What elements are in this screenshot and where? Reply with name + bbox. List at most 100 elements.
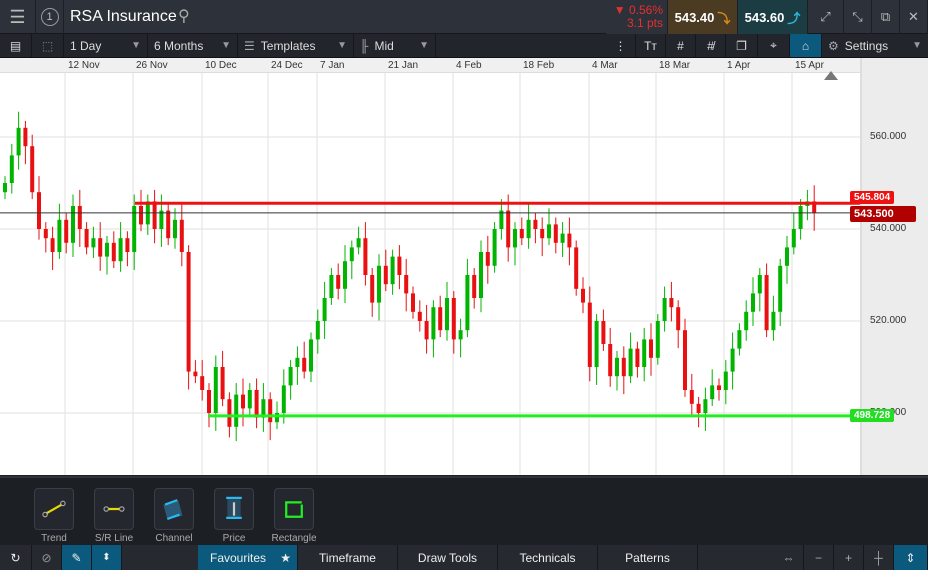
- chevron-down-icon: ▼: [221, 40, 231, 51]
- candle-body: [281, 385, 286, 413]
- draw-tool-rectangle[interactable]: [274, 488, 314, 530]
- candle-body: [662, 298, 667, 321]
- candle-body: [247, 390, 252, 409]
- crosshair-icon[interactable]: ⌖: [758, 34, 790, 57]
- candle-body: [798, 206, 803, 229]
- close-icon[interactable]: ✕: [900, 0, 928, 34]
- candle-body: [343, 261, 347, 289]
- refresh-icon[interactable]: ↻: [0, 545, 32, 570]
- candle-body: [234, 394, 239, 427]
- price-chart[interactable]: [0, 73, 860, 475]
- disable-icon[interactable]: ⊘: [32, 545, 62, 570]
- range-dropdown[interactable]: 6 Months ▼: [148, 34, 238, 57]
- menu-icon[interactable]: ☰: [0, 0, 36, 34]
- bid-price: 543.40: [674, 9, 715, 25]
- chart-svg: [0, 73, 860, 475]
- chevron-down-icon: ▼: [131, 40, 141, 51]
- candle-body: [417, 311, 422, 321]
- candle-body: [472, 275, 477, 298]
- tab-timeframe[interactable]: Timeframe: [298, 545, 398, 570]
- draw-tool-trend[interactable]: [34, 488, 74, 530]
- candle-body: [125, 238, 130, 252]
- fullscreen-icon[interactable]: ⤡: [844, 0, 872, 34]
- tag-icon[interactable]: ⌂: [790, 34, 822, 57]
- text-size-icon[interactable]: Tт: [636, 34, 666, 57]
- zoom-in-icon[interactable]: +: [834, 545, 864, 570]
- candle-body: [363, 238, 368, 275]
- tab-patterns[interactable]: Patterns: [598, 545, 698, 570]
- axis-icon[interactable]: ⋮: [606, 34, 636, 57]
- date-label: 10 Dec: [205, 60, 237, 71]
- candle-body: [465, 275, 470, 331]
- grid-edit-icon[interactable]: #̸: [696, 34, 726, 57]
- date-label: 1 Apr: [727, 60, 751, 71]
- grid-icon[interactable]: #: [666, 34, 696, 57]
- candle-body: [383, 265, 388, 285]
- price-axis[interactable]: 560.000540.000520.000500.000545.804543.5…: [824, 58, 928, 475]
- layers-icon[interactable]: ❐: [726, 34, 758, 57]
- crosshair-toggle-icon[interactable]: ┼: [864, 545, 894, 570]
- price-tick-label: 520.000: [870, 315, 907, 326]
- candle-body: [397, 256, 402, 275]
- resistance-price-tag: 545.804: [850, 191, 895, 205]
- sell-price-button[interactable]: 543.40 ⤵: [668, 0, 738, 34]
- candle-body: [458, 330, 463, 340]
- candle-body: [329, 275, 334, 298]
- date-axis: 12 Nov 26 Nov 10 Dec 24 Dec 7 Jan 21 Jan 4 Feb…: [0, 58, 860, 73]
- candle-body: [200, 376, 205, 390]
- tab-favourites[interactable]: Favourites ★: [198, 545, 298, 570]
- chart-toolbar: ▤ ⬚ 1 Day ▼ 6 Months ▼ ☰ Templates ▼ ╟ Mid ▼ ⋮…: [0, 34, 928, 58]
- tab-technicals[interactable]: Technicals: [498, 545, 598, 570]
- price-tick-label: 560.000: [870, 131, 907, 142]
- candle-body: [751, 293, 755, 312]
- expand-icon[interactable]: ⤢: [808, 0, 844, 34]
- date-label: 4 Mar: [592, 60, 618, 71]
- candle-body: [581, 288, 585, 303]
- candle-body: [574, 247, 579, 289]
- up-down-icon[interactable]: ⬍: [92, 545, 122, 570]
- candle-body: [377, 265, 381, 303]
- range-label: 6 Months: [154, 38, 204, 53]
- candle-body: [744, 311, 749, 331]
- draw-tool-price[interactable]: [214, 488, 254, 530]
- candle-body: [683, 330, 687, 390]
- popout-icon[interactable]: ⧉: [872, 0, 900, 34]
- candle-body: [241, 394, 245, 409]
- candle-body: [105, 242, 109, 257]
- draw-tool-channel[interactable]: [154, 488, 194, 530]
- candle-body: [288, 367, 293, 386]
- candle-body: [506, 210, 511, 248]
- list-icon[interactable]: ▤: [0, 34, 32, 57]
- settings-dropdown[interactable]: ⚙ Settings ▼: [822, 34, 928, 57]
- price-type-dropdown[interactable]: ╟ Mid ▼: [354, 34, 436, 57]
- templates-label: Templates: [260, 38, 316, 53]
- candle-body: [207, 390, 211, 413]
- candle-body: [479, 252, 483, 298]
- scroll-up-icon[interactable]: [824, 71, 838, 80]
- candle-body: [370, 275, 375, 303]
- search-icon[interactable]: ⚲: [178, 6, 190, 26]
- fit-icon[interactable]: ⇔: [774, 545, 804, 570]
- layout-number-button[interactable]: 1: [36, 0, 64, 34]
- tab-draw-tools[interactable]: Draw Tools: [398, 545, 498, 570]
- candle-body: [84, 229, 89, 248]
- candle-body: [547, 224, 551, 239]
- buy-price-button[interactable]: 543.60 ⤴: [738, 0, 808, 34]
- vertical-scale-icon[interactable]: ⇕: [894, 545, 928, 570]
- gear-icon: ⚙: [828, 38, 839, 53]
- bottom-bar: ↻ ⊘ ✎ ⬍ Favourites ★ Timeframe Draw Tools…: [0, 545, 928, 570]
- draw-tool-sr-line[interactable]: [94, 488, 134, 530]
- candle-body: [635, 348, 640, 367]
- candle-body: [411, 293, 415, 312]
- pencil-icon[interactable]: ✎: [62, 545, 92, 570]
- candle-body: [322, 298, 327, 321]
- zoom-out-icon[interactable]: −: [804, 545, 834, 570]
- grid-select-icon[interactable]: ⬚: [32, 34, 64, 57]
- draw-tool-label: Trend: [41, 533, 67, 544]
- templates-dropdown[interactable]: ☰ Templates ▼: [238, 34, 354, 57]
- interval-dropdown[interactable]: 1 Day ▼: [64, 34, 148, 57]
- candle-body: [390, 256, 395, 285]
- candle-body: [533, 219, 538, 229]
- candle-body: [485, 252, 490, 266]
- candle-body: [526, 219, 531, 239]
